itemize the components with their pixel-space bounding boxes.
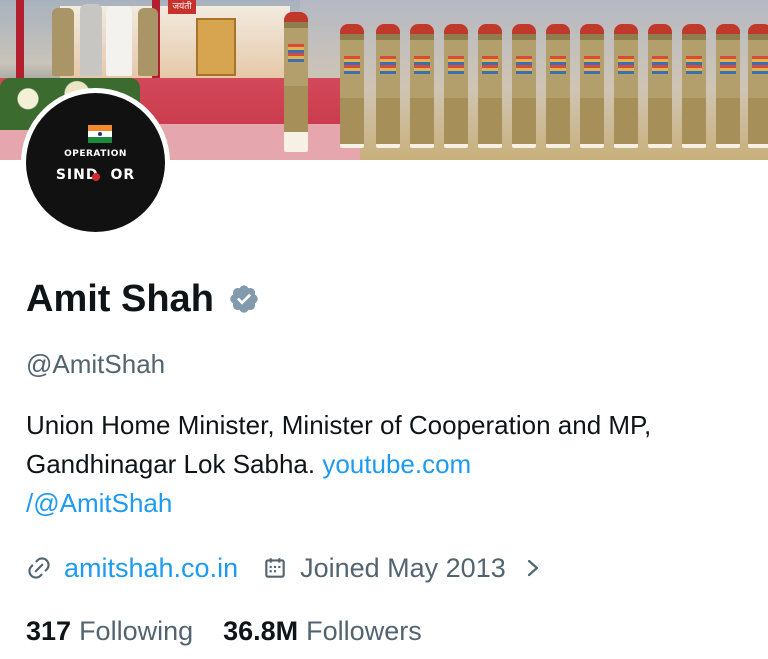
avatar-operation-text: OPERATION	[64, 149, 127, 159]
profile-name: Amit Shah	[26, 278, 214, 320]
verified-badge-icon[interactable]	[228, 283, 260, 315]
banner-cadet	[340, 24, 364, 148]
banner-cadet	[410, 24, 434, 148]
banner-cadet	[648, 24, 672, 148]
joined-date: Joined May 2013	[300, 552, 506, 583]
banner-figure	[106, 6, 132, 76]
bio-link-part1[interactable]: youtube.com	[322, 449, 471, 479]
avatar-image: OPERATION SIND OR	[26, 93, 165, 232]
profile-avatar[interactable]: OPERATION SIND OR	[21, 88, 170, 237]
banner-cadet	[546, 24, 570, 148]
profile-stats: 317 Following 36.8M Followers	[26, 612, 422, 650]
banner-podium	[196, 18, 236, 76]
banner-figure	[52, 8, 74, 76]
sindoor-dot-icon	[92, 173, 100, 181]
followers-count: 36.8M	[223, 615, 299, 646]
profile-handle: @AmitShah	[26, 349, 166, 379]
banner-cadet	[580, 24, 604, 148]
banner-cadet	[682, 24, 706, 148]
chevron-right-icon[interactable]	[524, 557, 542, 579]
india-flag-icon	[88, 125, 112, 143]
banner-post	[16, 0, 24, 80]
banner-cadet	[376, 24, 400, 148]
profile-bio: Union Home Minister, Minister of Coopera…	[26, 406, 746, 523]
banner-cadet	[614, 24, 638, 148]
profile-name-row: Amit Shah	[26, 276, 260, 322]
banner-figure	[138, 8, 158, 76]
following-count: 317	[26, 615, 72, 646]
profile-meta-row: amitshah.co.in Joined May 2013	[26, 548, 542, 588]
link-icon	[28, 557, 50, 579]
banner-cadet	[444, 24, 468, 148]
avatar-sindoor-suffix: OR	[110, 167, 136, 183]
calendar-icon	[265, 558, 285, 578]
banner-cadet	[478, 24, 502, 148]
website-link[interactable]: amitshah.co.in	[64, 553, 238, 584]
followers-stat[interactable]: 36.8M Followers	[223, 616, 422, 647]
banner-cadet	[748, 24, 768, 148]
banner-figure	[80, 4, 102, 76]
bio-link-part2[interactable]: /@AmitShah	[26, 488, 172, 518]
following-stat[interactable]: 317 Following	[26, 616, 193, 647]
banner-sign: जयंती	[168, 0, 196, 14]
banner-cadet	[716, 24, 740, 148]
banner-cadet	[512, 24, 536, 148]
following-label: Following	[79, 615, 194, 646]
banner-cadet	[284, 12, 308, 152]
followers-label: Followers	[306, 615, 422, 646]
